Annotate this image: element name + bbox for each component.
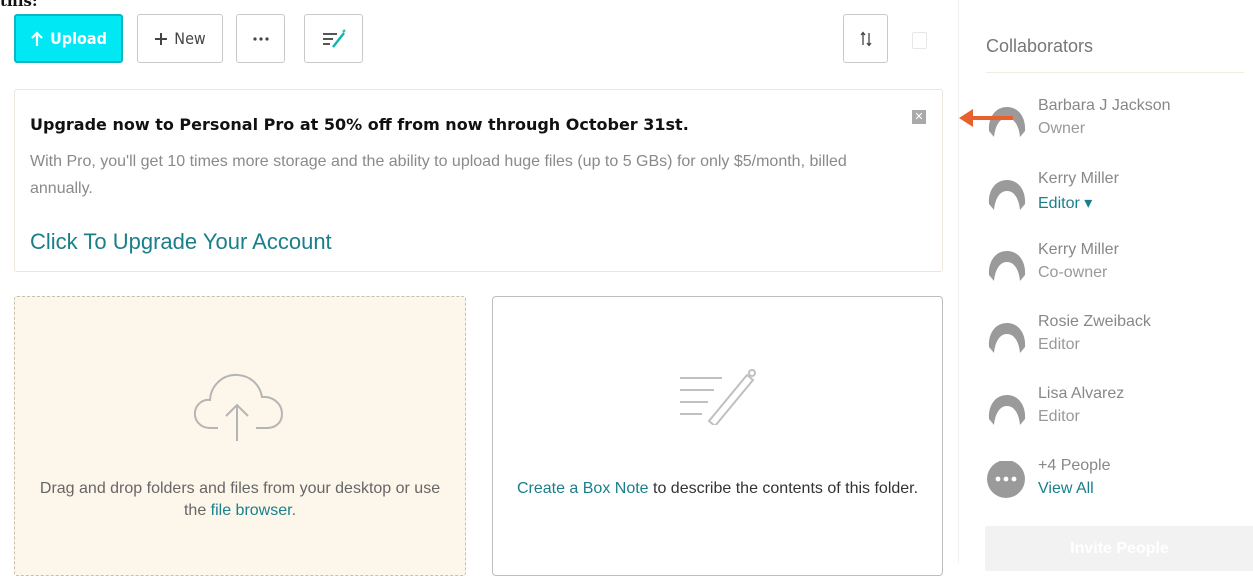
collaborator-name: Rosie Zweiback — [1038, 313, 1151, 330]
sidebar-divider — [986, 72, 1244, 73]
new-button[interactable]: New — [137, 14, 223, 63]
collaborator-role: Editor — [1038, 336, 1080, 353]
upload-button[interactable]: Upload — [14, 14, 123, 63]
collaborator-role: Owner — [1038, 120, 1086, 137]
view-all-link[interactable]: View All — [1038, 480, 1094, 498]
more-options-button[interactable] — [236, 14, 285, 63]
collaborator-item[interactable]: Kerry Miller Editor ▾ — [986, 170, 1246, 220]
collaborator-item[interactable]: Rosie Zweiback Editor — [986, 313, 1246, 363]
select-checkbox[interactable] — [912, 32, 927, 49]
collaborator-item[interactable]: Lisa Alvarez Editor — [986, 385, 1246, 435]
sort-arrows-icon — [859, 30, 872, 47]
arrow-up-icon — [31, 30, 43, 46]
collaborator-role-dropdown[interactable]: Editor ▾ — [1038, 193, 1092, 213]
collaborator-item[interactable]: Kerry Miller Co-owner — [986, 241, 1246, 291]
annotation-arrow-icon — [959, 109, 1013, 127]
upload-label: Upload — [50, 29, 107, 48]
more-dots-icon — [987, 461, 1025, 498]
banner-title: Upgrade now to Personal Pro at 50% off f… — [30, 115, 689, 134]
more-people-count: +4 People — [1038, 457, 1111, 474]
collaborator-role: Editor — [1038, 408, 1080, 425]
upgrade-banner: Upgrade now to Personal Pro at 50% off f… — [14, 89, 943, 272]
create-box-note-link[interactable]: Create a Box Note — [517, 480, 649, 497]
sort-button[interactable] — [843, 14, 888, 63]
box-note-card: Create a Box Note to describe the conten… — [492, 296, 943, 576]
dropzone-text: Drag and drop folders and files from you… — [35, 478, 445, 522]
close-icon[interactable]: ✕ — [912, 110, 926, 124]
collaborator-role: Co-owner — [1038, 264, 1108, 281]
avatar-icon — [988, 251, 1026, 281]
collaborator-name: Barbara J Jackson — [1038, 97, 1171, 114]
upgrade-account-link[interactable]: Click To Upgrade Your Account — [30, 229, 332, 255]
collaborator-name: Lisa Alvarez — [1038, 385, 1125, 402]
upload-dropzone[interactable]: Drag and drop folders and files from you… — [14, 296, 466, 576]
box-note-button[interactable] — [304, 14, 363, 63]
page-fragment-text: this: — [0, 0, 38, 10]
banner-body: With Pro, you'll get 10 times more stora… — [30, 153, 847, 197]
avatar-icon — [988, 395, 1026, 425]
invite-people-button[interactable]: Invite People — [985, 526, 1253, 571]
collaborator-name: Kerry Miller — [1038, 241, 1119, 258]
collaborator-item[interactable]: Barbara J Jackson Owner — [986, 97, 1246, 147]
avatar-icon — [988, 180, 1026, 210]
more-people-item[interactable]: +4 People View All — [986, 457, 1246, 507]
avatar-icon — [988, 323, 1026, 353]
dropzone-text-after: . — [291, 502, 297, 519]
collaborator-name: Kerry Miller — [1038, 170, 1119, 187]
plus-icon — [155, 32, 168, 45]
collaborators-title: Collaborators — [986, 36, 1094, 56]
note-pencil-icon — [322, 28, 346, 48]
note-pencil-large-icon — [679, 369, 756, 425]
collaborators-sidebar: Collaborators Barbara J Jackson Owner Ke… — [958, 0, 1253, 571]
ellipsis-icon — [252, 36, 269, 41]
new-label: New — [174, 29, 206, 48]
notecard-text: Create a Box Note to describe the conten… — [513, 478, 922, 500]
cloud-upload-icon — [193, 373, 284, 441]
notecard-text-after: to describe the contents of this folder. — [648, 480, 919, 497]
file-browser-link[interactable]: file browser — [211, 502, 292, 519]
